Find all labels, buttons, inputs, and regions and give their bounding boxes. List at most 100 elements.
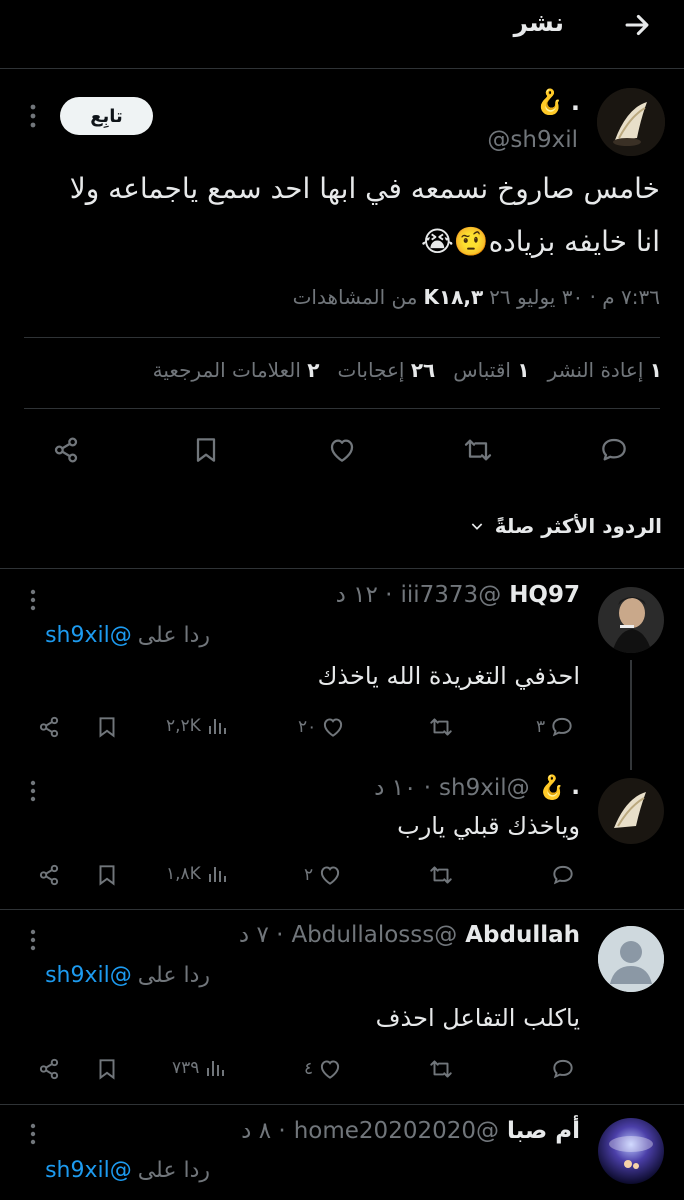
post-timestamp[interactable]: ٧:٣٦ م · ٣٠ يوليو ٢٦ [489, 285, 660, 309]
avatar[interactable] [598, 1118, 664, 1184]
author-display-name: . [570, 88, 580, 116]
bookmark-action[interactable] [94, 862, 120, 888]
quotes-stat[interactable]: ١ اقتباس [453, 358, 529, 382]
post-meta: ٧:٣٦ م · ٣٠ يوليو ٢٦ K١٨,٣ من المشاهدات [293, 285, 660, 309]
replying-to-handle[interactable]: @sh9xil [45, 623, 132, 648]
bookmark-icon [99, 1059, 115, 1080]
reply-text: احذفي التغريدة الله ياخذك [317, 662, 580, 690]
reply-timestamp[interactable]: · ١٠ د [374, 775, 431, 801]
views-action[interactable]: ٧٣٩ [172, 1056, 227, 1080]
post-author-name[interactable]: . 🪝 [535, 88, 580, 116]
hook-emoji: 🪝 [534, 88, 565, 116]
avatar[interactable] [598, 778, 664, 844]
reply-author-name[interactable]: أم صبا [507, 1118, 580, 1144]
reply-author-handle[interactable]: @iii7373 [400, 582, 501, 608]
share-icon [39, 1058, 59, 1080]
replying-to: ردا على @sh9xil [45, 1158, 210, 1183]
likes-stat[interactable]: ٢٦ إعجابات [337, 358, 435, 382]
reply-author-name[interactable]: . 🪝 [538, 774, 580, 801]
share-action[interactable] [36, 1056, 62, 1082]
reply-author-handle[interactable]: @home20202020 [294, 1118, 499, 1144]
reply-timestamp[interactable]: · ٨ د [241, 1118, 286, 1144]
reply-header: Abdullah @Abdullalosss · ٧ د [239, 922, 580, 948]
back-button[interactable] [620, 8, 654, 42]
repost-action[interactable] [428, 862, 454, 888]
share-button[interactable] [50, 434, 82, 466]
views-action[interactable]: ٢,٢K [166, 714, 229, 738]
reply-author-handle[interactable]: @sh9xil [439, 775, 530, 801]
heart-icon [330, 439, 354, 462]
thread-line [630, 660, 632, 770]
reply-author-handle[interactable]: @Abdullalosss [291, 922, 457, 948]
repost-button[interactable] [462, 434, 494, 466]
replying-to-handle[interactable]: @sh9xil [45, 963, 132, 988]
replying-to-handle[interactable]: @sh9xil [45, 1158, 132, 1183]
more-options-icon[interactable] [26, 1122, 40, 1146]
avatar[interactable] [597, 88, 665, 156]
share-action[interactable] [36, 862, 62, 888]
repost-icon [430, 718, 452, 736]
heart-icon [321, 1060, 340, 1079]
replying-to-prefix: ردا على [137, 623, 210, 648]
reply-action[interactable] [550, 862, 576, 888]
more-options-icon[interactable] [26, 588, 40, 612]
hook-emoji: 🪝 [537, 775, 567, 801]
more-options-icon[interactable] [26, 103, 40, 129]
views-count: K١٨,٣ [423, 285, 484, 309]
reply-action[interactable] [550, 1056, 576, 1082]
bookmark-button[interactable] [190, 434, 222, 466]
repost-action[interactable] [428, 1056, 454, 1082]
sort-label: الردود الأكثر صلةً [494, 514, 662, 538]
reply-button[interactable] [598, 434, 630, 466]
share-action[interactable] [36, 714, 62, 740]
bookmark-action[interactable] [94, 1056, 120, 1082]
page-title: نشر [513, 8, 564, 37]
replying-to-prefix: ردا على [137, 1158, 210, 1183]
share-icon [39, 864, 59, 886]
avatar[interactable] [598, 587, 664, 653]
reply-author-name[interactable]: Abdullah [465, 922, 580, 948]
post-author-handle[interactable]: @sh9xil [487, 127, 578, 153]
bookmark-icon [99, 717, 115, 738]
more-options-icon[interactable] [26, 928, 40, 952]
reply-author-name[interactable]: HQ97 [509, 582, 580, 608]
sort-replies-dropdown[interactable]: الردود الأكثر صلةً [469, 514, 662, 538]
reply-header: . 🪝 @sh9xil · ١٠ د [374, 774, 580, 801]
avatar[interactable] [598, 926, 664, 992]
repost-icon [430, 1060, 452, 1078]
bookmark-icon [196, 438, 216, 462]
reply-timestamp[interactable]: · ١٢ د [336, 582, 393, 608]
reply-action[interactable]: ٣ [536, 714, 575, 740]
reply-text: وياخذك قبلي يارب [397, 812, 580, 840]
bar-chart-icon [208, 867, 226, 882]
like-action[interactable]: ٢ [304, 862, 343, 888]
replying-to: ردا على @sh9xil [45, 963, 210, 988]
bookmarks-stat[interactable]: ٢ العلامات المرجعية [153, 358, 320, 382]
like-button[interactable] [326, 434, 358, 466]
reply-icon [602, 438, 626, 461]
replying-to: ردا على @sh9xil [45, 623, 210, 648]
repost-icon [464, 439, 492, 461]
bar-chart-icon [208, 719, 226, 734]
arrow-right-icon [625, 14, 649, 36]
follow-button[interactable]: تابِع [60, 97, 153, 135]
post-text-line-2: انا خايفه بزياده🤨😭 [421, 225, 660, 258]
reposts-stat[interactable]: ١ إعادة النشر [548, 358, 662, 382]
chevron-down-icon [471, 523, 482, 530]
repost-action[interactable] [428, 714, 454, 740]
post-stats: ١ إعادة النشر ١ اقتباس ٢٦ إعجابات ٢ العل… [153, 358, 662, 382]
more-options-icon[interactable] [26, 779, 40, 803]
views-label: من المشاهدات [292, 285, 418, 309]
reply-header: أم صبا @home20202020 · ٨ د [241, 1118, 580, 1144]
bookmark-action[interactable] [94, 714, 120, 740]
replying-to-prefix: ردا على [137, 963, 210, 988]
heart-icon [321, 866, 340, 885]
reply-header: HQ97 @iii7373 · ١٢ د [336, 582, 580, 608]
reply-timestamp[interactable]: · ٧ د [239, 922, 284, 948]
share-icon [54, 437, 78, 463]
like-action[interactable]: ٤ [304, 1056, 343, 1082]
views-action[interactable]: ١,٨K [166, 862, 229, 886]
like-action[interactable]: ٢٠ [298, 714, 346, 740]
share-icon [39, 716, 59, 738]
repost-icon [430, 866, 452, 884]
